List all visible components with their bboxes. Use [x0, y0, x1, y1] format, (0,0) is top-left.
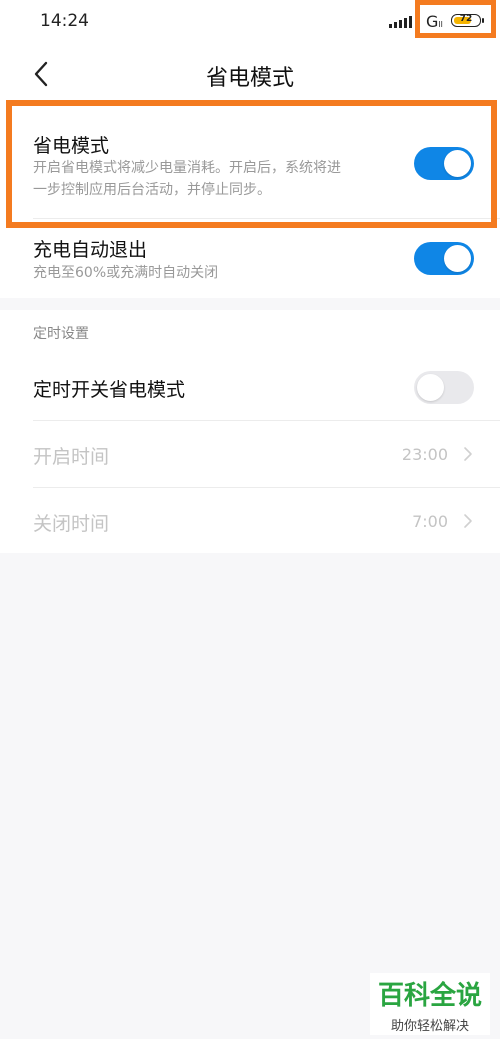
- signal-bars-icon: [389, 14, 413, 28]
- header: 省电模式: [0, 48, 500, 104]
- network-type: Gll: [426, 12, 443, 31]
- auto-exit-toggle[interactable]: [414, 242, 474, 275]
- toggle-knob: [417, 374, 444, 401]
- page-title: 省电模式: [205, 66, 294, 91]
- schedule-toggle-row[interactable]: 定时开关省电模式: [0, 354, 500, 420]
- auto-exit-row[interactable]: 充电自动退出 充电至60%或充满时自动关闭: [0, 226, 500, 292]
- schedule-toggle-title: 定时开关省电模式: [33, 379, 186, 401]
- status-bar: 14:24 Gll 72: [0, 0, 500, 44]
- chevron-right-icon: [464, 447, 472, 461]
- battery-level: 72: [459, 14, 473, 24]
- top-area: 14:24 Gll 72 省电模式 省电模式 开启省电模式将减少电量消耗。开启后…: [0, 0, 500, 298]
- power-saving-row[interactable]: 省电模式 开启省电模式将减少电量消耗。开启后，系统将进 一步控制应用后台活动，并…: [0, 118, 500, 218]
- end-time-value: 7:00: [412, 512, 448, 531]
- auto-exit-title: 充电自动退出: [33, 239, 148, 261]
- toggle-knob: [444, 245, 471, 272]
- schedule-toggle[interactable]: [414, 371, 474, 404]
- power-saving-toggle[interactable]: [414, 147, 474, 180]
- power-saving-title: 省电模式: [33, 135, 110, 157]
- start-time-row[interactable]: 开启时间 23:00: [0, 421, 500, 487]
- power-saving-desc-line2: 一步控制应用后台活动，并停止同步。: [33, 182, 271, 198]
- start-time-label: 开启时间: [33, 446, 110, 468]
- end-time-row[interactable]: 关闭时间 7:00: [0, 488, 500, 553]
- watermark-title: 百科全说: [377, 981, 482, 1011]
- toggle-knob: [444, 150, 471, 177]
- status-time: 14:24: [40, 11, 89, 31]
- auto-exit-desc: 充电至60%或充满时自动关闭: [33, 265, 219, 281]
- power-saving-desc-line1: 开启省电模式将减少电量消耗。开启后，系统将进: [33, 160, 341, 176]
- watermark-subtitle: 助你轻松解决: [390, 1019, 469, 1034]
- start-time-value: 23:00: [401, 445, 448, 464]
- divider: [33, 218, 500, 219]
- end-time-label: 关闭时间: [33, 513, 110, 535]
- battery-icon: 72: [451, 14, 484, 27]
- section-label-timer: 定时设置: [33, 326, 89, 342]
- chevron-right-icon: [464, 514, 472, 528]
- timer-settings-section: 定时设置 定时开关省电模式 开启时间 23:00 关闭时间 7:00: [0, 310, 500, 553]
- watermark-logo: 百科全说 助你轻松解决: [370, 973, 490, 1035]
- screen: 14:24 Gll 72 省电模式 省电模式 开启省电模式将减少电量消耗。开启后…: [0, 0, 500, 1039]
